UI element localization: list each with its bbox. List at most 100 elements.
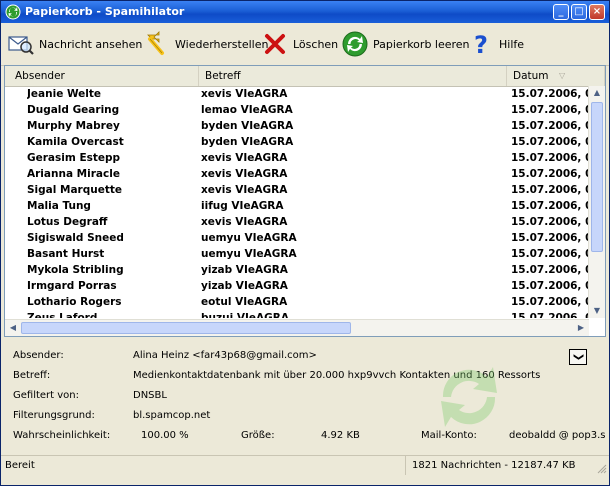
message-row[interactable]: Sigal Marquette xevis VIeAGRA 15.07.2006, … [5, 182, 605, 198]
message-rows: Jeanie Welte xevis VIeAGRA 15.07.2006, 09 D… [5, 86, 605, 318]
message-row[interactable]: Zeus Laford buzui VIeAGRA 15.07.2006, 09 [5, 310, 605, 318]
delete-x-icon [261, 30, 289, 58]
maximize-button[interactable]: □ [571, 4, 587, 20]
message-date: 15.07.2006, 09 [511, 232, 591, 244]
message-subject: xevis VIeAGRA [201, 216, 288, 228]
vertical-scroll-thumb[interactable] [591, 102, 603, 252]
message-date: 15.07.2006, 09 [511, 296, 591, 308]
message-row[interactable]: Basant Hurst uemyu VIeAGRA 15.07.2006, 09 [5, 246, 605, 262]
scroll-left-icon[interactable]: ◀ [6, 321, 20, 335]
empty-trash-button[interactable]: Papierkorb leeren [341, 29, 470, 59]
message-sender: Mykola Stribling [27, 264, 124, 276]
message-subject: lemao VIeAGRA [201, 104, 293, 116]
message-subject: xevis VIeAGRA [201, 168, 288, 180]
scroll-down-icon[interactable]: ▼ [590, 304, 604, 318]
message-date: 15.07.2006, 09 [511, 88, 591, 100]
message-row[interactable]: Lothario Rogers eotul VIeAGRA 15.07.2006, … [5, 294, 605, 310]
expand-details-button[interactable]: ❯ [569, 349, 587, 365]
message-row[interactable]: Lotus Degraff xevis VIeAGRA 15.07.2006, 09 [5, 214, 605, 230]
message-sender: Kamila Overcast [27, 136, 124, 148]
view-message-label: Nachricht ansehen [39, 37, 143, 51]
message-subject: uemyu VIeAGRA [201, 232, 297, 244]
message-subject: byden VIeAGRA [201, 120, 294, 132]
column-header-sender[interactable]: Absender [5, 66, 199, 86]
message-sender: Basant Hurst [27, 248, 105, 260]
message-subject: yizab VIeAGRA [201, 264, 288, 276]
message-row[interactable]: Sigiswald Sneed uemyu VIeAGRA 15.07.2006, … [5, 230, 605, 246]
resize-grip-icon[interactable] [597, 464, 607, 474]
view-message-icon [7, 30, 35, 58]
message-date: 15.07.2006, 09 [511, 152, 591, 164]
empty-trash-label: Papierkorb leeren [373, 37, 470, 51]
detail-size-value: 4.92 KB [321, 430, 360, 441]
scroll-right-icon[interactable]: ▶ [574, 321, 588, 335]
horizontal-scroll-thumb[interactable] [21, 322, 351, 334]
message-sender: Murphy Mabrey [27, 120, 120, 132]
column-header-date[interactable]: Datum ▽ [507, 66, 605, 86]
message-row[interactable]: Kamila Overcast byden VIeAGRA 15.07.2006, … [5, 134, 605, 150]
message-subject: eotul VIeAGRA [201, 296, 288, 308]
message-row[interactable]: Jeanie Welte xevis VIeAGRA 15.07.2006, 09 [5, 86, 605, 102]
minimize-button[interactable]: _ [553, 4, 569, 20]
message-row[interactable]: Gerasim Estepp xevis VIeAGRA 15.07.2006, 0… [5, 150, 605, 166]
main-window: Papierkorb - Spamihilator _ □ × Nachrich… [0, 0, 610, 486]
detail-filtered-value: DNSBL [133, 390, 167, 401]
message-subject: xevis VIeAGRA [201, 184, 288, 196]
message-sender: Lotus Degraff [27, 216, 108, 228]
message-date: 15.07.2006, 09 [511, 280, 591, 292]
toolbar: Nachricht ansehen Wiederherstellen Lösch… [1, 23, 609, 66]
view-message-button[interactable]: Nachricht ansehen [7, 29, 142, 59]
scroll-up-icon[interactable]: ▲ [590, 86, 604, 100]
detail-probability-label: Wahrscheinlichkeit: [13, 430, 111, 441]
message-row[interactable]: Murphy Mabrey byden VIeAGRA 15.07.2006, 09 [5, 118, 605, 134]
help-button[interactable]: ? Hilfe [467, 29, 524, 59]
restore-arrow-icon [143, 30, 171, 58]
message-date: 15.07.2006, 09 [511, 200, 591, 212]
detail-reason-label: Filterungsgrund: [13, 410, 95, 421]
message-date: 15.07.2006, 09 [511, 104, 591, 116]
message-row[interactable]: Dugald Gearing lemao VIeAGRA 15.07.2006, 0… [5, 102, 605, 118]
detail-sender-value: Alina Heinz <far43p68@gmail.com> [133, 350, 317, 361]
sort-arrow-icon: ▽ [559, 71, 566, 80]
list-header: Absender Betreff Datum ▽ [5, 66, 605, 87]
delete-label: Löschen [293, 37, 339, 51]
message-subject: xevis VIeAGRA [201, 88, 288, 100]
message-date: 15.07.2006, 09 [511, 312, 591, 318]
message-subject: byden VIeAGRA [201, 136, 294, 148]
message-subject: xevis VIeAGRA [201, 152, 288, 164]
message-date: 15.07.2006, 09 [511, 168, 591, 180]
horizontal-scrollbar[interactable]: ◀ ▶ [5, 319, 589, 336]
detail-filtered-label: Gefiltert von: [13, 390, 80, 401]
close-button[interactable]: × [589, 4, 605, 20]
message-details-panel: Absender: Alina Heinz <far43p68@gmail.co… [1, 339, 609, 455]
vertical-scrollbar[interactable]: ▲ ▼ [588, 86, 605, 318]
message-row[interactable]: Arianna Miracle xevis VIeAGRA 15.07.2006, … [5, 166, 605, 182]
message-date: 15.07.2006, 09 [511, 184, 591, 196]
title-bar[interactable]: Papierkorb - Spamihilator _ □ × [1, 1, 609, 23]
message-row[interactable]: Malia Tung iifug VIeAGRA 15.07.2006, 09 [5, 198, 605, 214]
message-subject: yizab VIeAGRA [201, 280, 288, 292]
restore-label: Wiederherstellen [175, 37, 269, 51]
detail-reason-value: bl.spamcop.net [133, 410, 211, 421]
message-date: 15.07.2006, 09 [511, 248, 591, 260]
column-header-subject[interactable]: Betreff [199, 66, 507, 86]
message-row[interactable]: Mykola Stribling yizab VIeAGRA 15.07.2006,… [5, 262, 605, 278]
message-row[interactable]: Irmgard Porras yizab VIeAGRA 15.07.2006, 0… [5, 278, 605, 294]
help-label: Hilfe [499, 37, 525, 51]
detail-subject-label: Betreff: [13, 370, 51, 381]
restore-button[interactable]: Wiederherstellen [143, 29, 268, 59]
app-recycle-icon [5, 4, 21, 20]
message-list[interactable]: Absender Betreff Datum ▽ Jeanie Welte xev… [4, 65, 606, 337]
help-icon: ? [467, 30, 495, 58]
status-text: Bereit [5, 460, 35, 471]
column-header-date-label: Datum [513, 70, 549, 82]
message-subject: uemyu VIeAGRA [201, 248, 297, 260]
recycle-watermark-icon [441, 367, 497, 427]
message-sender: Sigiswald Sneed [27, 232, 124, 244]
message-sender: Lothario Rogers [27, 296, 122, 308]
message-count-status: 1821 Nachrichten - 12187.47 KB [405, 456, 605, 475]
status-bar: Bereit 1821 Nachrichten - 12187.47 KB [1, 455, 609, 476]
detail-size-label: Größe: [241, 430, 275, 441]
message-date: 15.07.2006, 09 [511, 136, 591, 148]
delete-button[interactable]: Löschen [261, 29, 338, 59]
